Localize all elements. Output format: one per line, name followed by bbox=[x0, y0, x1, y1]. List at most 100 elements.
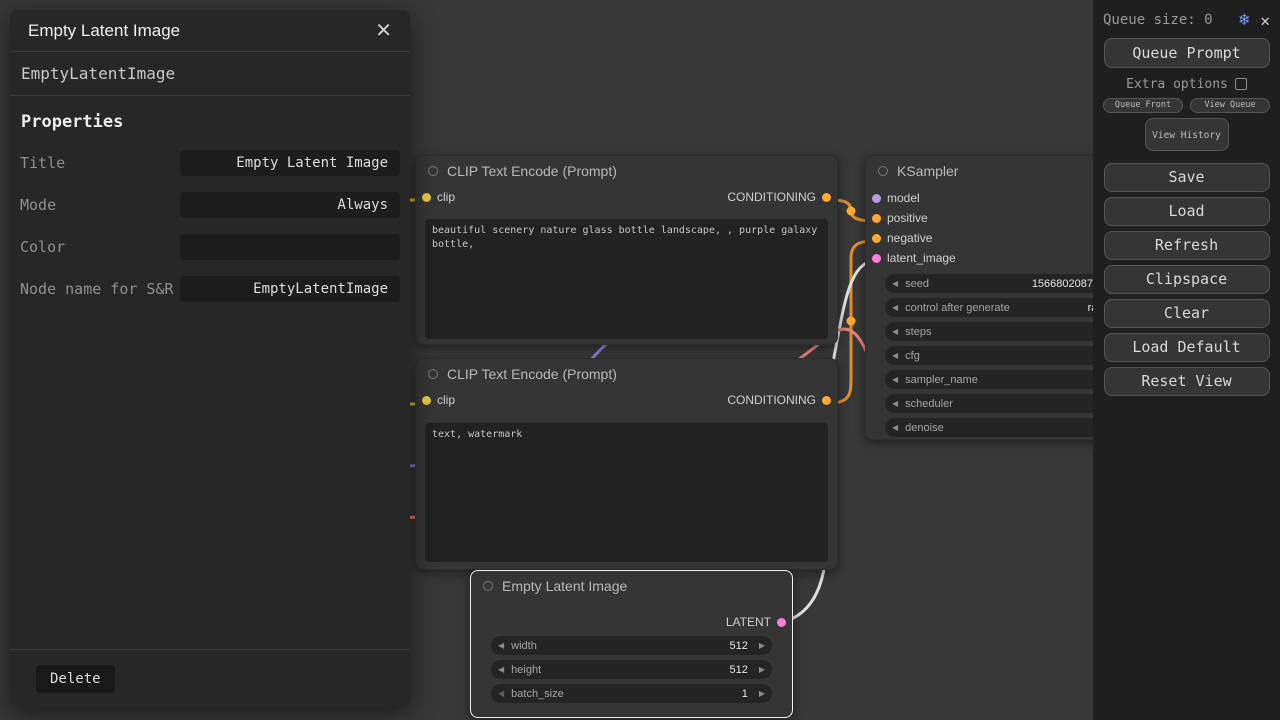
output-slot-label: LATENT bbox=[726, 615, 771, 629]
widget-label: seed bbox=[905, 278, 929, 290]
queue-actions-row: Queue Front View Queue bbox=[1103, 98, 1270, 113]
widget-label: sampler_name bbox=[905, 374, 978, 386]
widget-value[interactable]: 1 bbox=[742, 688, 752, 700]
refresh-button[interactable]: Refresh bbox=[1104, 231, 1270, 260]
slot-row: clip CONDITIONING bbox=[416, 186, 837, 208]
widget-batch-size[interactable]: ◀ batch_size 1 ▶ bbox=[491, 684, 772, 703]
decrement-arrow-icon[interactable]: ◀ bbox=[491, 665, 511, 674]
widget-value[interactable]: 512 bbox=[729, 640, 751, 652]
widget-height[interactable]: ◀ height 512 ▶ bbox=[491, 660, 772, 679]
output-slot-conditioning[interactable]: CONDITIONING bbox=[727, 190, 831, 204]
link-dot-1[interactable] bbox=[847, 207, 856, 216]
extra-options-row: Extra options bbox=[1103, 70, 1270, 98]
widget-label: scheduler bbox=[905, 398, 953, 410]
collapse-dot-icon[interactable] bbox=[878, 166, 888, 176]
positive-prompt-textarea[interactable]: beautiful scenery nature glass bottle la… bbox=[425, 219, 828, 339]
close-icon[interactable]: ✕ bbox=[1260, 11, 1270, 30]
reset-view-button[interactable]: Reset View bbox=[1104, 367, 1270, 396]
input-slot-latent-image[interactable]: latent_image bbox=[872, 248, 956, 268]
decrement-arrow-icon[interactable]: ◀ bbox=[491, 689, 511, 698]
properties-heading: Properties bbox=[10, 96, 410, 134]
decrement-arrow-icon[interactable]: ◀ bbox=[491, 641, 511, 650]
conditioning-slot-icon[interactable] bbox=[872, 234, 881, 243]
extra-options-checkbox[interactable] bbox=[1235, 78, 1247, 90]
clip-slot-icon[interactable] bbox=[422, 396, 431, 405]
link-dot-2[interactable] bbox=[847, 317, 856, 326]
color-input[interactable] bbox=[180, 234, 400, 260]
node-properties-panel: Empty Latent Image ✕ EmptyLatentImage Pr… bbox=[10, 10, 410, 707]
comfyui-app: CLIP Text Encode (Prompt) clip CONDITION… bbox=[0, 0, 1280, 720]
negative-prompt-textarea[interactable]: text, watermark bbox=[425, 423, 828, 562]
input-slot-model[interactable]: model bbox=[872, 188, 956, 208]
widget-width[interactable]: ◀ width 512 ▶ bbox=[491, 636, 772, 655]
input-slot-label: latent_image bbox=[887, 251, 956, 265]
collapse-dot-icon[interactable] bbox=[483, 581, 493, 591]
conditioning-slot-icon[interactable] bbox=[822, 193, 831, 202]
load-default-button[interactable]: Load Default bbox=[1104, 333, 1270, 362]
increment-arrow-icon[interactable]: ▶ bbox=[752, 689, 772, 698]
clear-button[interactable]: Clear bbox=[1104, 299, 1270, 328]
decrement-arrow-icon[interactable]: ◀ bbox=[885, 399, 905, 408]
conditioning-slot-icon[interactable] bbox=[822, 396, 831, 405]
input-slot-clip[interactable]: clip bbox=[422, 190, 455, 204]
title-input[interactable]: Empty Latent Image bbox=[180, 150, 400, 176]
node-title-bar[interactable]: CLIP Text Encode (Prompt) bbox=[416, 359, 837, 389]
queue-size-row: Queue size: 0 ❄ ✕ bbox=[1103, 7, 1270, 33]
input-slot-positive[interactable]: positive bbox=[872, 208, 956, 228]
collapse-dot-icon[interactable] bbox=[428, 166, 438, 176]
node-clip-text-encode-negative[interactable]: CLIP Text Encode (Prompt) clip CONDITION… bbox=[415, 358, 838, 570]
close-icon[interactable]: ✕ bbox=[375, 18, 392, 43]
mode-select[interactable]: Always bbox=[180, 192, 400, 218]
sr-name-input[interactable]: EmptyLatentImage bbox=[180, 276, 400, 302]
slot-row: LATENT bbox=[471, 611, 792, 633]
decrement-arrow-icon[interactable]: ◀ bbox=[885, 303, 905, 312]
queue-front-button[interactable]: Queue Front bbox=[1103, 98, 1183, 113]
clip-slot-icon[interactable] bbox=[422, 193, 431, 202]
clipspace-button[interactable]: Clipspace bbox=[1104, 265, 1270, 294]
delete-button[interactable]: Delete bbox=[36, 665, 115, 693]
property-row-color: Color bbox=[10, 226, 410, 268]
node-empty-latent-image[interactable]: Empty Latent Image LATENT ◀ width 512 ▶ … bbox=[470, 570, 793, 718]
node-title-bar[interactable]: CLIP Text Encode (Prompt) bbox=[416, 156, 837, 186]
slot-row: clip CONDITIONING bbox=[416, 389, 837, 411]
increment-arrow-icon[interactable]: ▶ bbox=[752, 641, 772, 650]
widget-label: width bbox=[511, 640, 537, 652]
node-title: CLIP Text Encode (Prompt) bbox=[447, 366, 617, 382]
decrement-arrow-icon[interactable]: ◀ bbox=[885, 423, 905, 432]
conditioning-slot-icon[interactable] bbox=[872, 214, 881, 223]
panel-title: Empty Latent Image bbox=[28, 21, 180, 41]
latent-slot-icon[interactable] bbox=[777, 618, 786, 627]
property-label: Node name for S&R bbox=[20, 279, 180, 299]
node-clip-text-encode-positive[interactable]: CLIP Text Encode (Prompt) clip CONDITION… bbox=[415, 155, 838, 345]
load-button[interactable]: Load bbox=[1104, 197, 1270, 226]
latent-slot-icon[interactable] bbox=[872, 254, 881, 263]
input-slot-label: positive bbox=[887, 211, 928, 225]
input-slot-clip[interactable]: clip bbox=[422, 393, 455, 407]
property-row-mode: Mode Always bbox=[10, 184, 410, 226]
model-slot-icon[interactable] bbox=[872, 194, 881, 203]
output-slot-conditioning[interactable]: CONDITIONING bbox=[727, 393, 831, 407]
decrement-arrow-icon[interactable]: ◀ bbox=[885, 375, 905, 384]
view-queue-button[interactable]: View Queue bbox=[1190, 98, 1270, 113]
panel-header: Empty Latent Image ✕ bbox=[10, 10, 410, 52]
decrement-arrow-icon[interactable]: ◀ bbox=[885, 351, 905, 360]
node-title-bar[interactable]: Empty Latent Image bbox=[471, 571, 792, 601]
save-button[interactable]: Save bbox=[1104, 163, 1270, 192]
property-row-node-name: Node name for S&R EmptyLatentImage bbox=[10, 268, 410, 310]
node-title: KSampler bbox=[897, 163, 958, 179]
comfy-menu: Queue size: 0 ❄ ✕ Queue Prompt Extra opt… bbox=[1093, 0, 1280, 720]
view-history-button[interactable]: View History bbox=[1145, 118, 1229, 151]
input-slot-label: negative bbox=[887, 231, 932, 245]
queue-prompt-button[interactable]: Queue Prompt bbox=[1104, 38, 1270, 68]
output-slot-latent[interactable]: LATENT bbox=[726, 615, 786, 629]
panel-footer: Delete bbox=[10, 649, 410, 707]
comfy-logo-icon: ❄ bbox=[1239, 10, 1249, 30]
widget-label: cfg bbox=[905, 350, 920, 362]
decrement-arrow-icon[interactable]: ◀ bbox=[885, 327, 905, 336]
property-label: Mode bbox=[20, 195, 180, 215]
widget-value[interactable]: 512 bbox=[729, 664, 751, 676]
increment-arrow-icon[interactable]: ▶ bbox=[752, 665, 772, 674]
input-slot-negative[interactable]: negative bbox=[872, 228, 956, 248]
decrement-arrow-icon[interactable]: ◀ bbox=[885, 279, 905, 288]
collapse-dot-icon[interactable] bbox=[428, 369, 438, 379]
